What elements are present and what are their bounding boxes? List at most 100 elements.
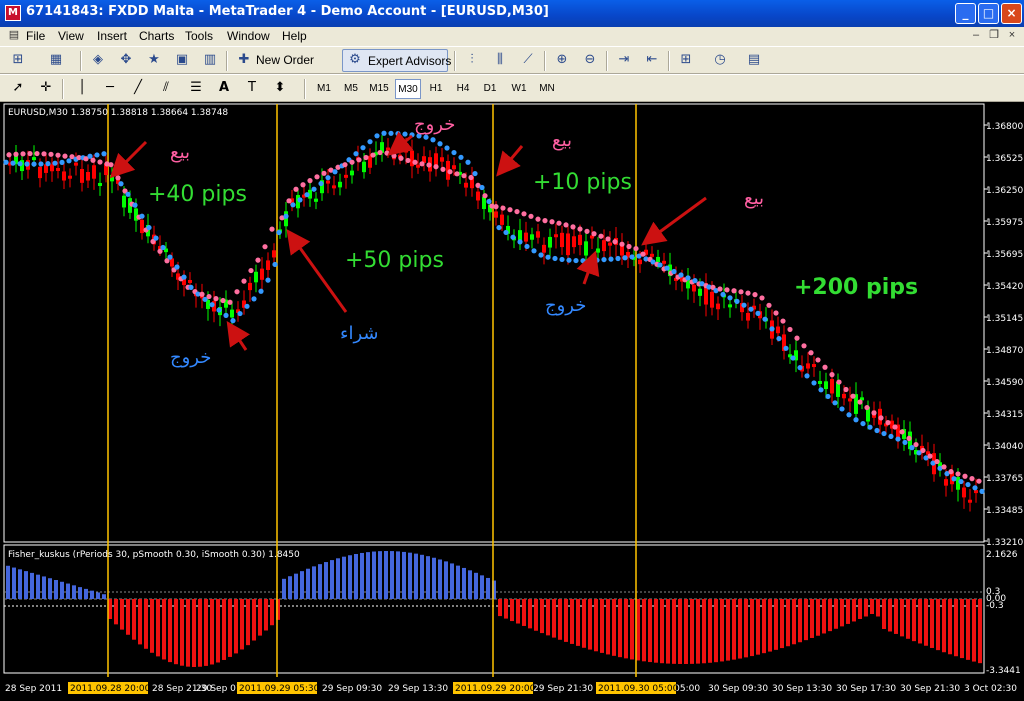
indicator-dot [440, 166, 446, 172]
candle-body [38, 166, 42, 179]
timeframe-h4[interactable]: H4 [451, 79, 475, 99]
indicator-dot [755, 310, 761, 316]
fisher-histogram-bar [768, 599, 772, 652]
vertical-line-icon[interactable]: │ [72, 79, 92, 97]
menu-help[interactable]: Help [282, 29, 307, 43]
fibonacci-icon[interactable]: ☰ [186, 79, 206, 97]
new-order-icon[interactable]: ✚ [234, 51, 254, 69]
indicator-dot [955, 471, 961, 477]
arrow-exit-2 [387, 131, 414, 156]
candlestick-icon[interactable]: ⫼ [490, 51, 510, 69]
menu-view[interactable]: View [58, 29, 84, 43]
menu-file[interactable]: File [26, 29, 45, 43]
fisher-histogram-bar [588, 599, 592, 650]
channel-icon[interactable]: ⫽ [156, 79, 176, 97]
metatrader-icon[interactable]: M [5, 5, 21, 21]
menu-charts[interactable]: Charts [139, 29, 174, 43]
fisher-histogram-bar [648, 599, 652, 663]
fisher-histogram-bar [138, 599, 142, 645]
indicator-dot [888, 433, 894, 440]
market-watch-icon[interactable]: ◈ [88, 51, 108, 69]
fisher-histogram-bar [438, 559, 442, 599]
zoom-out-icon[interactable]: ⊖ [580, 51, 600, 69]
trendline-icon[interactable]: ╱ [128, 79, 148, 97]
menu-tools[interactable]: Tools [185, 29, 213, 43]
mdi-minimize-icon[interactable]: – [968, 28, 984, 43]
candle-body [596, 248, 600, 253]
crosshair-icon[interactable]: ✛ [36, 79, 56, 97]
indicator-dot [41, 151, 47, 157]
fisher-histogram-bar [90, 590, 94, 599]
price-label: 1.35975 [986, 218, 1023, 228]
indicator-dot [286, 198, 292, 204]
timeframe-m15[interactable]: M15 [366, 79, 392, 99]
text-tool-icon[interactable]: A [214, 79, 234, 97]
indicator-dot [843, 386, 849, 393]
arrow-buy-1 [286, 229, 348, 313]
navigator-icon[interactable]: ★ [144, 51, 164, 69]
price-label: 1.35420 [986, 282, 1023, 292]
candle-body [482, 196, 486, 210]
chart-shift-icon[interactable]: ⇥ [614, 51, 634, 69]
indicator-dot [692, 278, 698, 284]
fisher-histogram-bar [942, 599, 946, 653]
indicator-dot [542, 218, 548, 224]
horizontal-line-icon[interactable]: ─ [100, 79, 120, 97]
arrows-icon[interactable]: ⬍ [270, 79, 290, 97]
fisher-histogram-bar [450, 563, 454, 599]
fisher-histogram-bar [882, 599, 886, 629]
timeframe-m1[interactable]: M1 [312, 79, 336, 99]
new-order-button[interactable]: New Order [256, 53, 314, 67]
indicator-dot [920, 447, 926, 454]
timeframe-mn[interactable]: MN [535, 79, 559, 99]
mdi-close-icon[interactable]: × [1004, 28, 1020, 43]
timeframe-d1[interactable]: D1 [478, 79, 502, 99]
fisher-histogram-bar [774, 599, 778, 650]
new-chart-icon[interactable]: ⊞ [8, 51, 28, 69]
fisher-histogram-bar [516, 599, 520, 624]
candle-body [830, 379, 834, 394]
indicator-dot [356, 157, 362, 163]
timeframe-m30[interactable]: M30 [395, 79, 421, 99]
strategy-tester-icon[interactable]: ▥ [200, 51, 220, 69]
indicator-dot [300, 182, 306, 188]
timeframe-h1[interactable]: H1 [424, 79, 448, 99]
menu-insert[interactable]: Insert [97, 29, 127, 43]
indicator-dot [664, 265, 670, 271]
price-chart-svg[interactable]: EURUSD,M30 1.38750 1.38818 1.38664 1.387… [0, 102, 1024, 701]
close-button[interactable]: × [1001, 3, 1022, 24]
chart-window[interactable]: EURUSD,M30 1.38750 1.38818 1.38664 1.387… [0, 102, 1024, 701]
line-chart-icon[interactable]: ⟋ [518, 51, 538, 69]
timeframe-w1[interactable]: W1 [507, 79, 531, 99]
indicator-dot [773, 310, 779, 316]
zoom-in-icon[interactable]: ⊕ [552, 51, 572, 69]
periods-icon[interactable]: ◷ [710, 51, 730, 69]
menu-window[interactable]: Window [227, 29, 270, 43]
maximize-button[interactable]: □ [978, 3, 999, 24]
expert-advisors-button[interactable]: ⚙ Expert Advisors [342, 49, 451, 72]
templates-icon[interactable]: ▤ [744, 51, 764, 69]
fisher-histogram-bar [600, 599, 604, 653]
indicator-dot [864, 404, 870, 411]
text-label-icon[interactable]: T [242, 79, 262, 97]
mdi-restore-icon[interactable]: ❐ [986, 28, 1002, 43]
fisher-histogram-bar [732, 599, 736, 660]
candle-body [74, 162, 78, 166]
data-window-icon[interactable]: ✥ [116, 51, 136, 69]
profiles-icon[interactable]: ▦ [46, 51, 66, 69]
bar-chart-icon[interactable]: ⫶ [462, 51, 482, 69]
fisher-histogram-bar [486, 577, 490, 599]
auto-scroll-icon[interactable]: ⇤ [642, 51, 662, 69]
fisher-histogram-bar [546, 599, 550, 636]
indicators-icon[interactable]: ⊞ [676, 51, 696, 69]
fisher-histogram-bar [756, 599, 760, 655]
timeframe-m5[interactable]: M5 [339, 79, 363, 99]
terminal-icon[interactable]: ▣ [172, 51, 192, 69]
fisher-histogram-bar [462, 567, 466, 599]
minimize-button[interactable]: _ [955, 3, 976, 24]
indicator-dot [423, 134, 429, 140]
cursor-icon[interactable]: ➚ [8, 79, 28, 97]
candle-body [530, 234, 534, 240]
chart-window-icon[interactable]: ▤ [6, 28, 22, 43]
indicator-dot [24, 161, 30, 167]
